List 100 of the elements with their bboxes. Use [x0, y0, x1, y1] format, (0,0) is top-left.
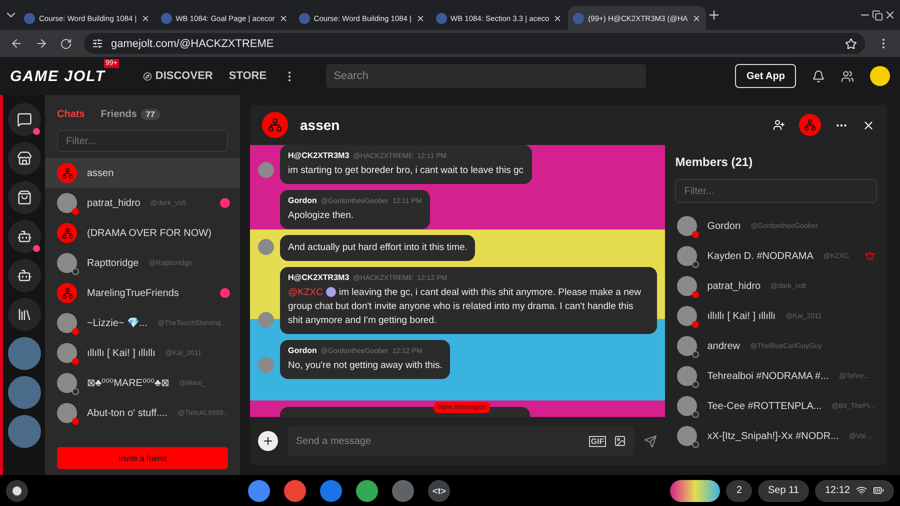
chat-item[interactable]: MarelingTrueFriends — [45, 278, 240, 308]
robot-icon — [16, 268, 32, 283]
chats-tab[interactable]: Friends 77 — [100, 109, 160, 120]
bookmark-star-icon[interactable] — [845, 38, 857, 50]
send-icon[interactable] — [644, 434, 658, 448]
site-icon — [298, 12, 310, 24]
message-author: Gordon — [288, 196, 317, 205]
message-author: H@CK2XTR3M3 — [288, 273, 350, 282]
chat-icon — [16, 112, 32, 127]
nav-link[interactable]: DISCOVER — [143, 70, 213, 82]
chat-name: Abut-ton o' stuff.... — [87, 408, 168, 418]
notifications-icon[interactable] — [812, 70, 825, 82]
close-icon[interactable] — [140, 14, 150, 22]
close-icon[interactable] — [862, 118, 875, 132]
library-icon — [16, 307, 32, 322]
game-thumbnail[interactable] — [8, 337, 40, 370]
message-author: Gordon — [288, 346, 317, 355]
site-icon — [436, 12, 446, 24]
date[interactable]: Sep 11 — [758, 480, 809, 502]
rail-button[interactable] — [8, 220, 40, 253]
restore-icon[interactable] — [872, 10, 883, 20]
close-icon[interactable] — [692, 14, 701, 22]
rail-button[interactable] — [8, 181, 40, 214]
message-text: im starting to get boreder bro, i cant wait to leave this gc — [288, 164, 524, 178]
app-icon[interactable] — [320, 480, 342, 502]
invite-button[interactable]: Invite a friend — [57, 447, 228, 469]
rail-button[interactable] — [8, 298, 40, 331]
chat-name: ıllıllı [ Kai! ] ıllıllı — [87, 348, 156, 358]
store-icon — [16, 151, 32, 166]
chat-name: assen — [87, 168, 114, 178]
search-field[interactable]: Search — [326, 64, 646, 88]
users-icon[interactable] — [841, 70, 854, 82]
battery-icon — [872, 485, 884, 496]
reload-icon[interactable] — [60, 38, 72, 50]
add-button[interactable] — [258, 431, 278, 451]
forward-icon[interactable] — [35, 37, 48, 50]
launcher-button[interactable] — [6, 480, 28, 502]
group-icon — [262, 112, 288, 138]
game-thumbnail[interactable] — [8, 376, 40, 409]
app-icon[interactable] — [356, 480, 378, 502]
window-thumbnail[interactable] — [670, 480, 720, 502]
site-settings-icon[interactable] — [92, 38, 103, 49]
new-tab-button[interactable] — [706, 8, 721, 22]
app-icon[interactable]: <t> — [428, 480, 450, 502]
gif-button[interactable]: GIF — [588, 436, 606, 446]
app-icon[interactable] — [248, 480, 270, 502]
logo[interactable]: GAME JOLT — [10, 68, 106, 84]
group-icon — [57, 223, 77, 243]
rail-button[interactable] — [8, 103, 40, 136]
get-app-button[interactable]: Get App — [735, 64, 796, 88]
member-name: Tee-Cee #ROTTENPLA... — [707, 400, 822, 412]
add-user-icon[interactable] — [773, 119, 785, 131]
site-icon — [24, 12, 35, 24]
close-icon[interactable] — [884, 9, 896, 21]
address-bar[interactable]: gamejolt.com/@HACKZXTREME — [84, 33, 865, 54]
chat-name: ~Lizzie~ 💎... — [87, 317, 148, 329]
chat-item[interactable]: (DRAMA OVER FOR NOW) — [45, 218, 240, 248]
member-name: Kayden D. #NODRAMA — [707, 250, 814, 262]
chats-tab[interactable]: Chats — [57, 109, 85, 120]
group-icon[interactable] — [799, 114, 821, 136]
rail-button[interactable] — [8, 142, 40, 175]
chat-name: Rapttoridge — [87, 258, 139, 268]
member-name: Gordon — [707, 220, 741, 232]
app-icon[interactable] — [392, 480, 414, 502]
site-icon — [573, 12, 584, 24]
wifi-icon — [856, 485, 867, 496]
member-name: Tehrealboi #NODRAMA #... — [707, 370, 829, 382]
members-title: Members (21) — [675, 155, 754, 169]
app-icon[interactable] — [284, 480, 306, 502]
message-author: H@CK2XTR3M3 — [288, 151, 350, 160]
message-text: No, you're not getting away with this. — [288, 359, 442, 373]
nav-link[interactable]: STORE — [228, 70, 267, 82]
chat-name: (DRAMA OVER FOR NOW) — [87, 228, 212, 238]
user-avatar[interactable] — [870, 66, 890, 86]
back-icon[interactable] — [10, 37, 23, 50]
plus-icon — [262, 435, 274, 447]
notification-count[interactable]: 2 — [726, 480, 752, 502]
group-icon — [57, 283, 77, 303]
status-area[interactable]: 12:12 — [814, 480, 894, 502]
image-icon[interactable] — [614, 435, 626, 447]
message-text: Apologize then. — [288, 209, 354, 223]
rail-button[interactable] — [8, 259, 40, 292]
member-name: andrew — [707, 340, 740, 352]
close-icon[interactable] — [416, 14, 424, 22]
url-text: gamejolt.com/@HACKZXTREME — [111, 38, 274, 50]
friend-count: 77 — [140, 109, 160, 120]
game-thumbnail[interactable] — [8, 415, 40, 448]
bag-icon — [16, 190, 32, 205]
chat-item[interactable]: assen — [45, 158, 240, 188]
close-icon[interactable] — [278, 14, 288, 22]
message-text: @KZXC im leaving the gc, i cant deal with this shit anymore. Please make a new group chat but don't invite anyone who is related into my drama. I can't handle this shit anymore and I'm getting bored. — [288, 286, 642, 328]
member-name: patrat_hidro — [707, 280, 761, 292]
close-icon[interactable] — [553, 14, 562, 22]
chat-title: assen — [300, 117, 340, 133]
chat-name: patrat_hidro — [87, 198, 140, 208]
message-text: And actually put hard effort into it this time. — [288, 241, 468, 255]
site-icon — [160, 12, 172, 24]
robot-icon — [16, 229, 32, 244]
filter-field[interactable]: Filter... — [675, 179, 877, 203]
filter-field[interactable]: Filter... — [57, 130, 228, 152]
